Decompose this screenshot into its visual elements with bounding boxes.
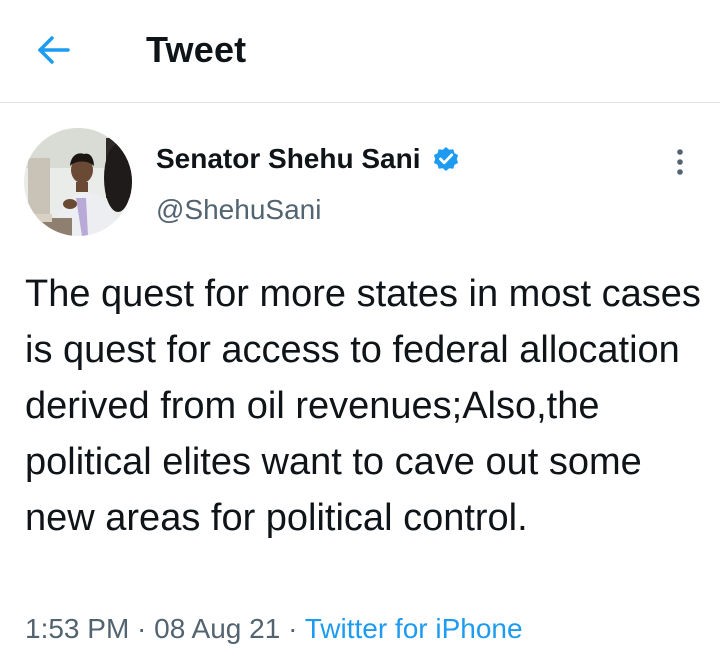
tweet-source-link[interactable]: Twitter for iPhone [305, 613, 523, 644]
tweet-date: 08 Aug 21 [154, 613, 281, 644]
page-title: Tweet [146, 29, 247, 70]
back-button[interactable] [34, 30, 74, 70]
author-name-text: Senator Shehu Sani [156, 143, 421, 174]
meta-separator: · [129, 613, 155, 644]
author-name[interactable]: Senator Shehu Sani [156, 143, 461, 175]
tweet-time: 1:53 PM [25, 613, 130, 644]
verified-badge-icon [433, 147, 458, 171]
author-handle[interactable]: @ShehuSani [156, 194, 321, 226]
meta-separator: · [280, 613, 305, 644]
more-vertical-icon [677, 149, 683, 175]
more-options-button[interactable] [664, 142, 696, 182]
profile-photo [24, 128, 132, 236]
avatar[interactable] [24, 128, 132, 236]
arrow-left-icon [38, 36, 70, 64]
top-bar: Tweet [0, 0, 720, 103]
tweet-text: The quest for more states in most cases … [25, 273, 701, 539]
tweet-meta: 1:53 PM · 08 Aug 21 · Twitter for iPhone [25, 612, 523, 646]
